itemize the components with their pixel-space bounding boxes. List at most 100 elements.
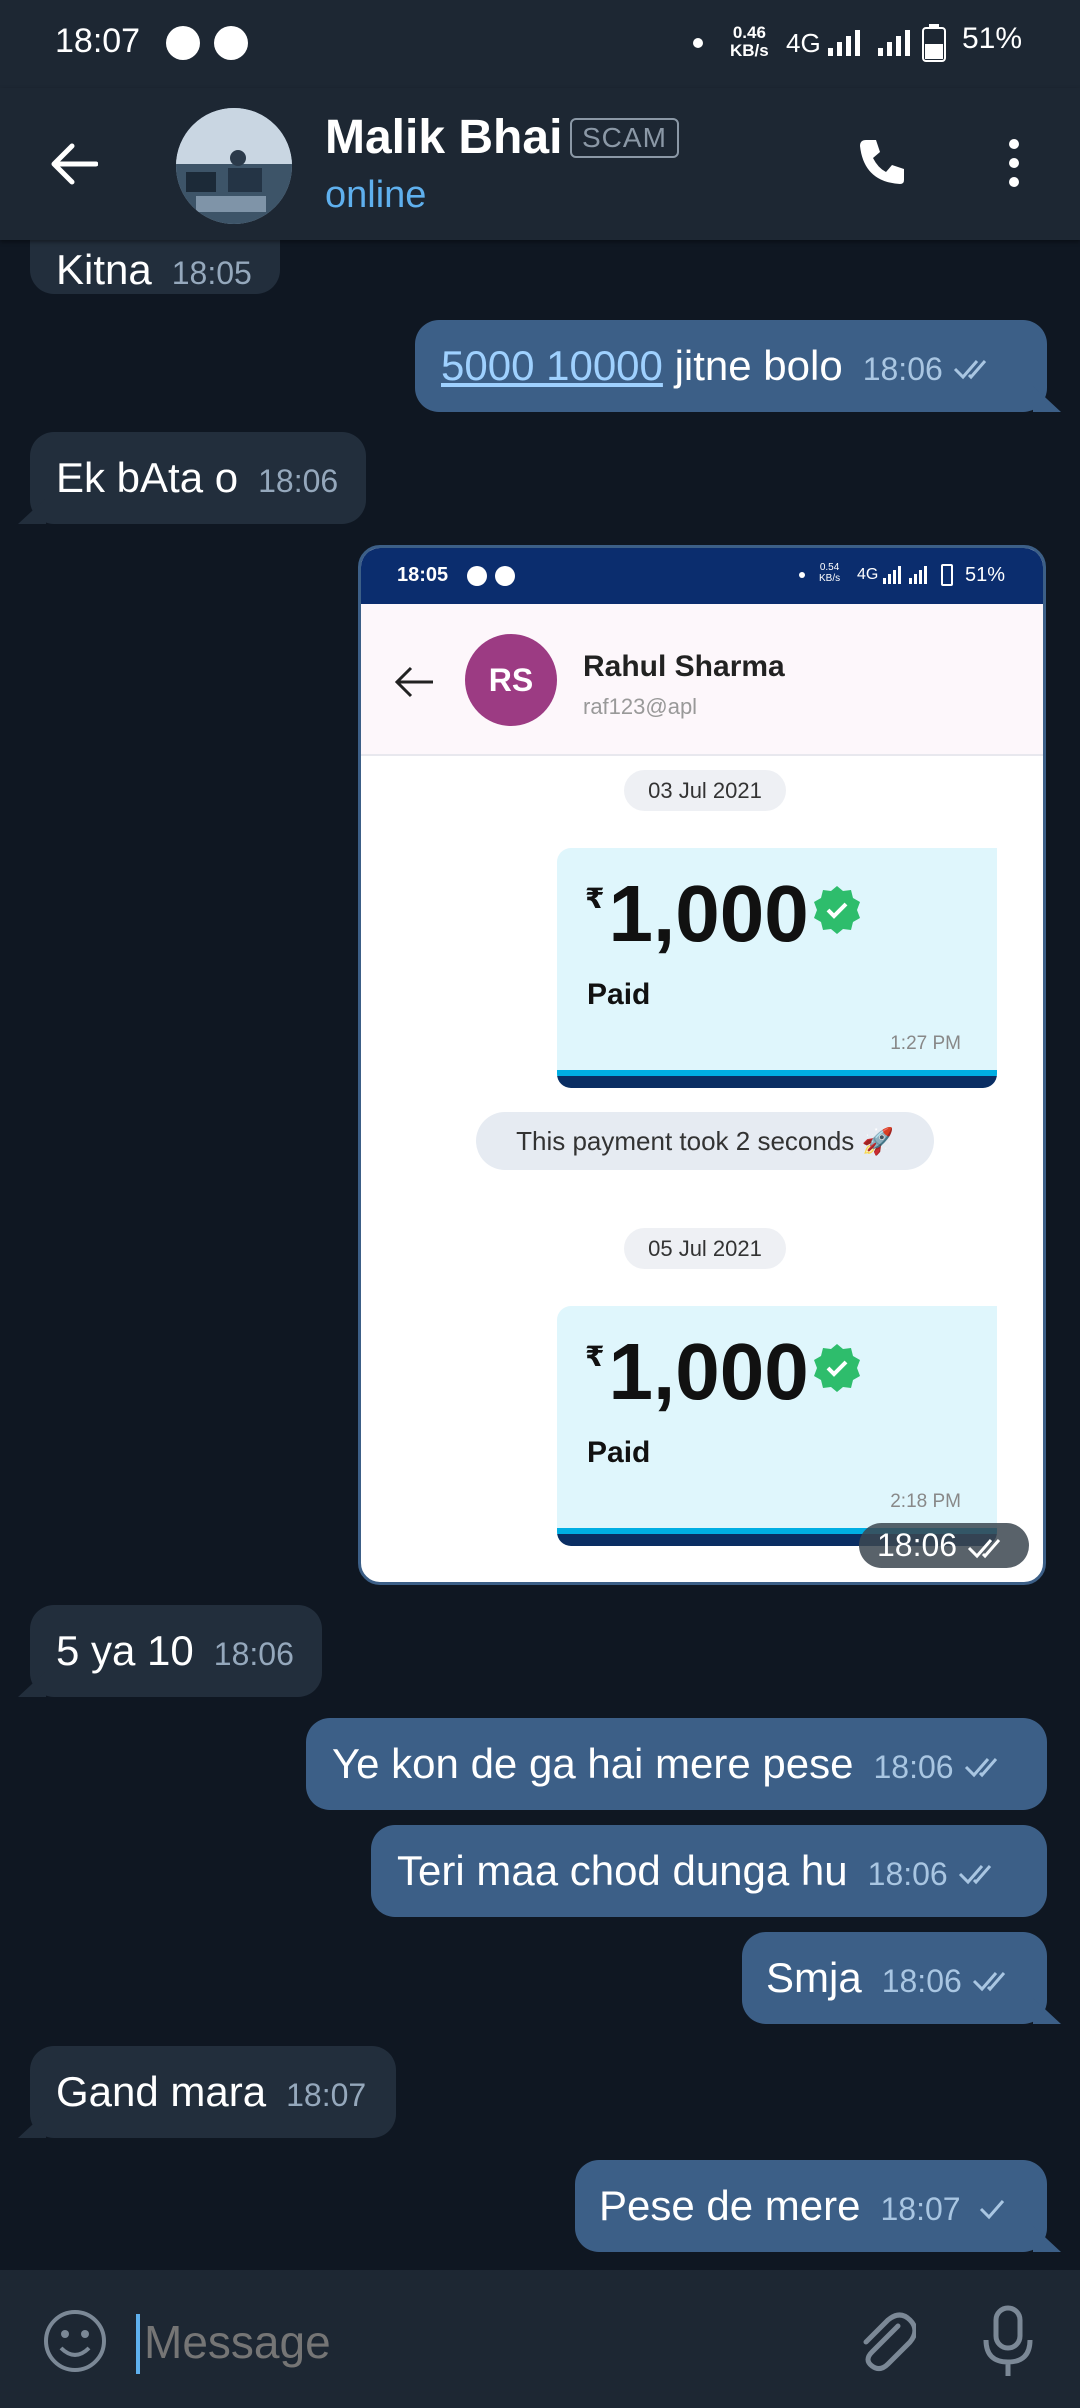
image-timestamp: 18:06 bbox=[859, 1523, 1030, 1568]
message-time: 18:05 bbox=[171, 255, 252, 291]
bubble-tail bbox=[1033, 386, 1061, 412]
message-link[interactable]: 5000 10000 bbox=[441, 342, 663, 389]
screenshot-net-speed-value: 0.54 bbox=[819, 562, 840, 573]
message-text: Kitna bbox=[56, 246, 152, 293]
payment-card: ₹1,000 Paid 2:18 PM bbox=[557, 1306, 997, 1546]
message-text: Gand mara bbox=[56, 2068, 267, 2115]
avatar[interactable] bbox=[176, 108, 292, 224]
back-arrow-icon[interactable] bbox=[50, 142, 98, 186]
message-list[interactable]: Kitna 18:05 5000 10000 jitne bolo 18:06 Ek… bbox=[0, 240, 1080, 2270]
status-bar: 18:07 0.46 KB/s 4G 51% bbox=[0, 0, 1080, 88]
incoming-message[interactable]: Gand mara 18:07 bbox=[18, 2046, 396, 2138]
signal-icon bbox=[828, 30, 860, 56]
message-text: Ye kon de ga hai mere pese bbox=[332, 1740, 854, 1787]
spotify-icon bbox=[214, 26, 248, 60]
payee-upi-id: raf123@apl bbox=[583, 694, 698, 719]
signal2-icon bbox=[878, 30, 910, 56]
outgoing-message[interactable]: 5000 10000 jitne bolo 18:06 bbox=[415, 320, 1061, 412]
payee-header: RS Rahul Sharma raf123@apl bbox=[361, 604, 1043, 756]
bubble-tail bbox=[18, 2112, 46, 2138]
screenshot-dot-icon bbox=[799, 572, 805, 578]
message-input-bar bbox=[0, 2270, 1080, 2408]
message-text: Teri maa chod dunga hu bbox=[397, 1847, 848, 1894]
screenshot-signal-icon bbox=[883, 566, 929, 584]
read-ticks-icon bbox=[958, 1864, 991, 1885]
date-divider: 05 Jul 2021 bbox=[361, 1228, 1043, 1269]
outgoing-message[interactable]: Smja 18:06 bbox=[742, 1932, 1061, 2024]
incoming-message[interactable]: Kitna 18:05 bbox=[30, 240, 280, 294]
read-ticks-icon bbox=[964, 1757, 997, 1778]
emoji-icon[interactable] bbox=[42, 2308, 108, 2374]
network-type: 4G bbox=[786, 28, 821, 58]
screenshot-net-speed: 0.54 KB/s bbox=[819, 562, 840, 584]
bubble-tail bbox=[1033, 1998, 1061, 2024]
verified-check-icon bbox=[814, 886, 860, 934]
payment-note: This payment took 2 seconds 🚀 bbox=[361, 1112, 1043, 1170]
attach-icon[interactable] bbox=[852, 2306, 916, 2376]
payment-card: ₹1,000 Paid 1:27 PM bbox=[557, 848, 997, 1088]
scam-badge: SCAM bbox=[570, 118, 679, 158]
message-time: 18:06 bbox=[213, 1636, 294, 1672]
paid-label: Paid bbox=[587, 1436, 651, 1469]
payment-screenshot-image[interactable]: 18:05 0.54 KB/s 4G 51% RS Rahul Sharma ra… bbox=[358, 545, 1046, 1585]
currency-symbol: ₹ bbox=[585, 883, 605, 914]
screenshot-spotify-icon bbox=[495, 566, 515, 586]
payee-avatar: RS bbox=[465, 634, 557, 726]
read-ticks-icon bbox=[972, 1971, 1005, 1992]
contact-status: online bbox=[325, 174, 427, 216]
microphone-icon[interactable] bbox=[980, 2304, 1036, 2380]
message-text: Pese de mere bbox=[599, 2182, 861, 2229]
more-menu-icon[interactable] bbox=[1002, 138, 1026, 188]
message-text: jitne bolo bbox=[662, 342, 843, 389]
net-speed-value: 0.46 bbox=[732, 23, 766, 42]
sent-tick-icon bbox=[979, 2199, 1004, 2220]
call-icon[interactable] bbox=[856, 136, 908, 188]
payment-amount: ₹1,000 bbox=[585, 868, 809, 960]
outgoing-message[interactable]: Ye kon de ga hai mere pese 18:06 bbox=[306, 1718, 1047, 1810]
message-time: 18:06 bbox=[862, 351, 943, 387]
payment-speed-note: This payment took 2 seconds 🚀 bbox=[476, 1112, 934, 1170]
read-ticks-icon bbox=[968, 1538, 1001, 1558]
payment-amount: ₹1,000 bbox=[585, 1326, 809, 1418]
message-time: 18:06 bbox=[881, 1963, 962, 1999]
screenshot-status-bar: 18:05 0.54 KB/s 4G 51% bbox=[361, 548, 1043, 604]
payee-name: Rahul Sharma bbox=[583, 650, 785, 683]
date-divider: 03 Jul 2021 bbox=[361, 770, 1043, 811]
incoming-message[interactable]: Ek bAta o 18:06 bbox=[18, 432, 366, 524]
screenshot-phone-icon bbox=[467, 566, 487, 586]
outgoing-message[interactable]: Teri maa chod dunga hu 18:06 bbox=[371, 1825, 1047, 1917]
screenshot-network: 4G bbox=[857, 566, 879, 583]
message-time: 18:07 bbox=[286, 2077, 367, 2113]
bubble-tail bbox=[1033, 2226, 1061, 2252]
bubble-tail bbox=[18, 1671, 46, 1697]
avatar-image bbox=[176, 108, 292, 224]
screenshot-battery: 51% bbox=[965, 564, 1006, 586]
message-time: 18:06 bbox=[873, 1749, 954, 1785]
phone-icon bbox=[166, 26, 200, 60]
contact-name[interactable]: Malik Bhai bbox=[325, 110, 562, 165]
status-time: 18:07 bbox=[55, 22, 141, 60]
payee-back-icon bbox=[395, 666, 433, 698]
battery-icon bbox=[922, 24, 946, 62]
message-time: 18:06 bbox=[867, 1856, 948, 1892]
screenshot-battery-icon bbox=[941, 564, 953, 586]
dot-icon bbox=[693, 38, 703, 48]
card-bottom-bar bbox=[557, 1076, 997, 1088]
paid-label: Paid bbox=[587, 978, 651, 1011]
incoming-message[interactable]: 5 ya 10 18:06 bbox=[18, 1605, 322, 1697]
message-input[interactable] bbox=[142, 2306, 826, 2378]
chat-header: Malik Bhai SCAM online bbox=[0, 88, 1080, 240]
payment-time: 2:18 PM bbox=[890, 1491, 961, 1512]
amount-value: 1,000 bbox=[608, 869, 809, 958]
outgoing-message[interactable]: Pese de mere 18:07 bbox=[575, 2160, 1061, 2252]
bubble-tail bbox=[18, 498, 46, 524]
screenshot-time: 18:05 bbox=[397, 564, 449, 586]
date-pill: 03 Jul 2021 bbox=[624, 770, 786, 811]
message-text: 5 ya 10 bbox=[56, 1627, 194, 1674]
message-text: Smja bbox=[766, 1954, 862, 2001]
date-pill: 05 Jul 2021 bbox=[624, 1228, 786, 1269]
net-speed: 0.46 KB/s bbox=[730, 24, 769, 60]
screenshot-net-speed-unit: KB/s bbox=[819, 573, 841, 584]
amount-value: 1,000 bbox=[608, 1327, 809, 1416]
battery-percent: 51% bbox=[962, 22, 1023, 55]
